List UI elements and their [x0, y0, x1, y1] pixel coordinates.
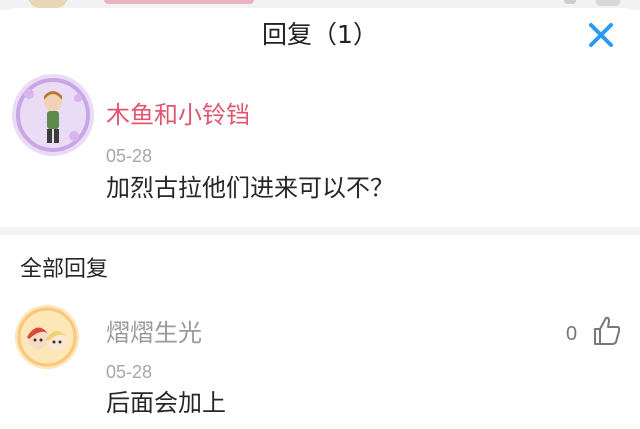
reply-sheet	[0, 8, 640, 429]
thumbs-up-icon	[594, 316, 621, 345]
reply-date: 05-28	[106, 362, 153, 382]
section-divider	[0, 227, 640, 235]
reply-text: 后面会加上	[106, 389, 226, 417]
close-button[interactable]	[584, 18, 618, 52]
reply-author-avatar[interactable]	[15, 305, 79, 369]
background-like-count	[564, 0, 576, 4]
original-author-avatar[interactable]	[12, 74, 94, 156]
close-icon	[589, 23, 613, 47]
original-comment-text: 加烈古拉他们进来可以不？	[106, 174, 394, 202]
page-title: 回复（1）	[262, 20, 378, 49]
original-author-name[interactable]: 木鱼和小铃铛	[106, 100, 250, 130]
like-count: 0	[566, 323, 578, 345]
all-replies-title: 全部回复	[20, 257, 109, 282]
original-comment-date: 05-28	[106, 146, 153, 166]
background-avatar	[28, 0, 68, 8]
like-button[interactable]	[592, 315, 622, 347]
reply-author-name[interactable]: 熠熠生光	[106, 318, 202, 348]
background-name	[104, 0, 254, 4]
background-like-icon	[596, 0, 620, 6]
